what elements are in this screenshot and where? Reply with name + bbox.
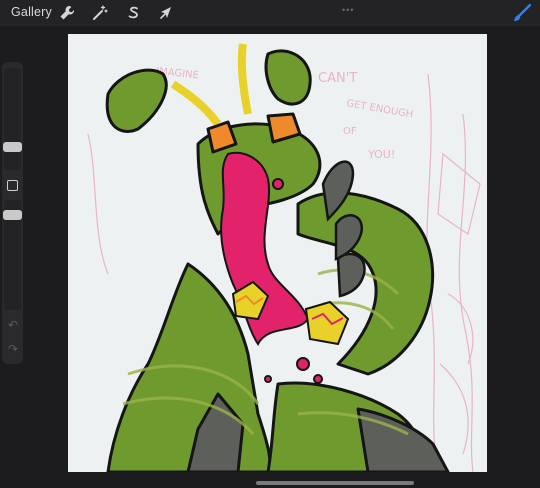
- redo-arrow-icon[interactable]: ↷: [5, 342, 21, 356]
- left-sidebar: ↶ ↷: [2, 62, 23, 364]
- home-indicator: [256, 481, 414, 485]
- wrench-icon[interactable]: [57, 3, 77, 23]
- undo-arrow-icon[interactable]: ↶: [5, 318, 21, 332]
- square-modify-icon[interactable]: [7, 180, 18, 191]
- top-toolbar: Gallery •••: [0, 0, 540, 26]
- drag-handle-icon[interactable]: •••: [342, 5, 354, 15]
- opacity-handle[interactable]: [3, 210, 22, 220]
- drawing-canvas[interactable]: IMAGINE CAN'T GET ENOUGH OF YOU!: [68, 34, 487, 472]
- brush-size-slider[interactable]: [4, 68, 21, 170]
- svg-text:CAN'T: CAN'T: [318, 71, 357, 86]
- brush-icon[interactable]: [511, 2, 533, 24]
- selection-s-icon[interactable]: [123, 3, 143, 23]
- arrow-cursor-icon[interactable]: [156, 3, 176, 23]
- svg-text:GET ENOUGH: GET ENOUGH: [345, 98, 414, 121]
- svg-text:OF: OF: [343, 126, 357, 137]
- artwork: IMAGINE CAN'T GET ENOUGH OF YOU!: [87, 43, 481, 472]
- svg-text:YOU!: YOU!: [367, 148, 395, 161]
- magic-wand-icon[interactable]: [90, 3, 110, 23]
- brush-size-handle[interactable]: [3, 142, 22, 152]
- gallery-button[interactable]: Gallery: [11, 5, 52, 19]
